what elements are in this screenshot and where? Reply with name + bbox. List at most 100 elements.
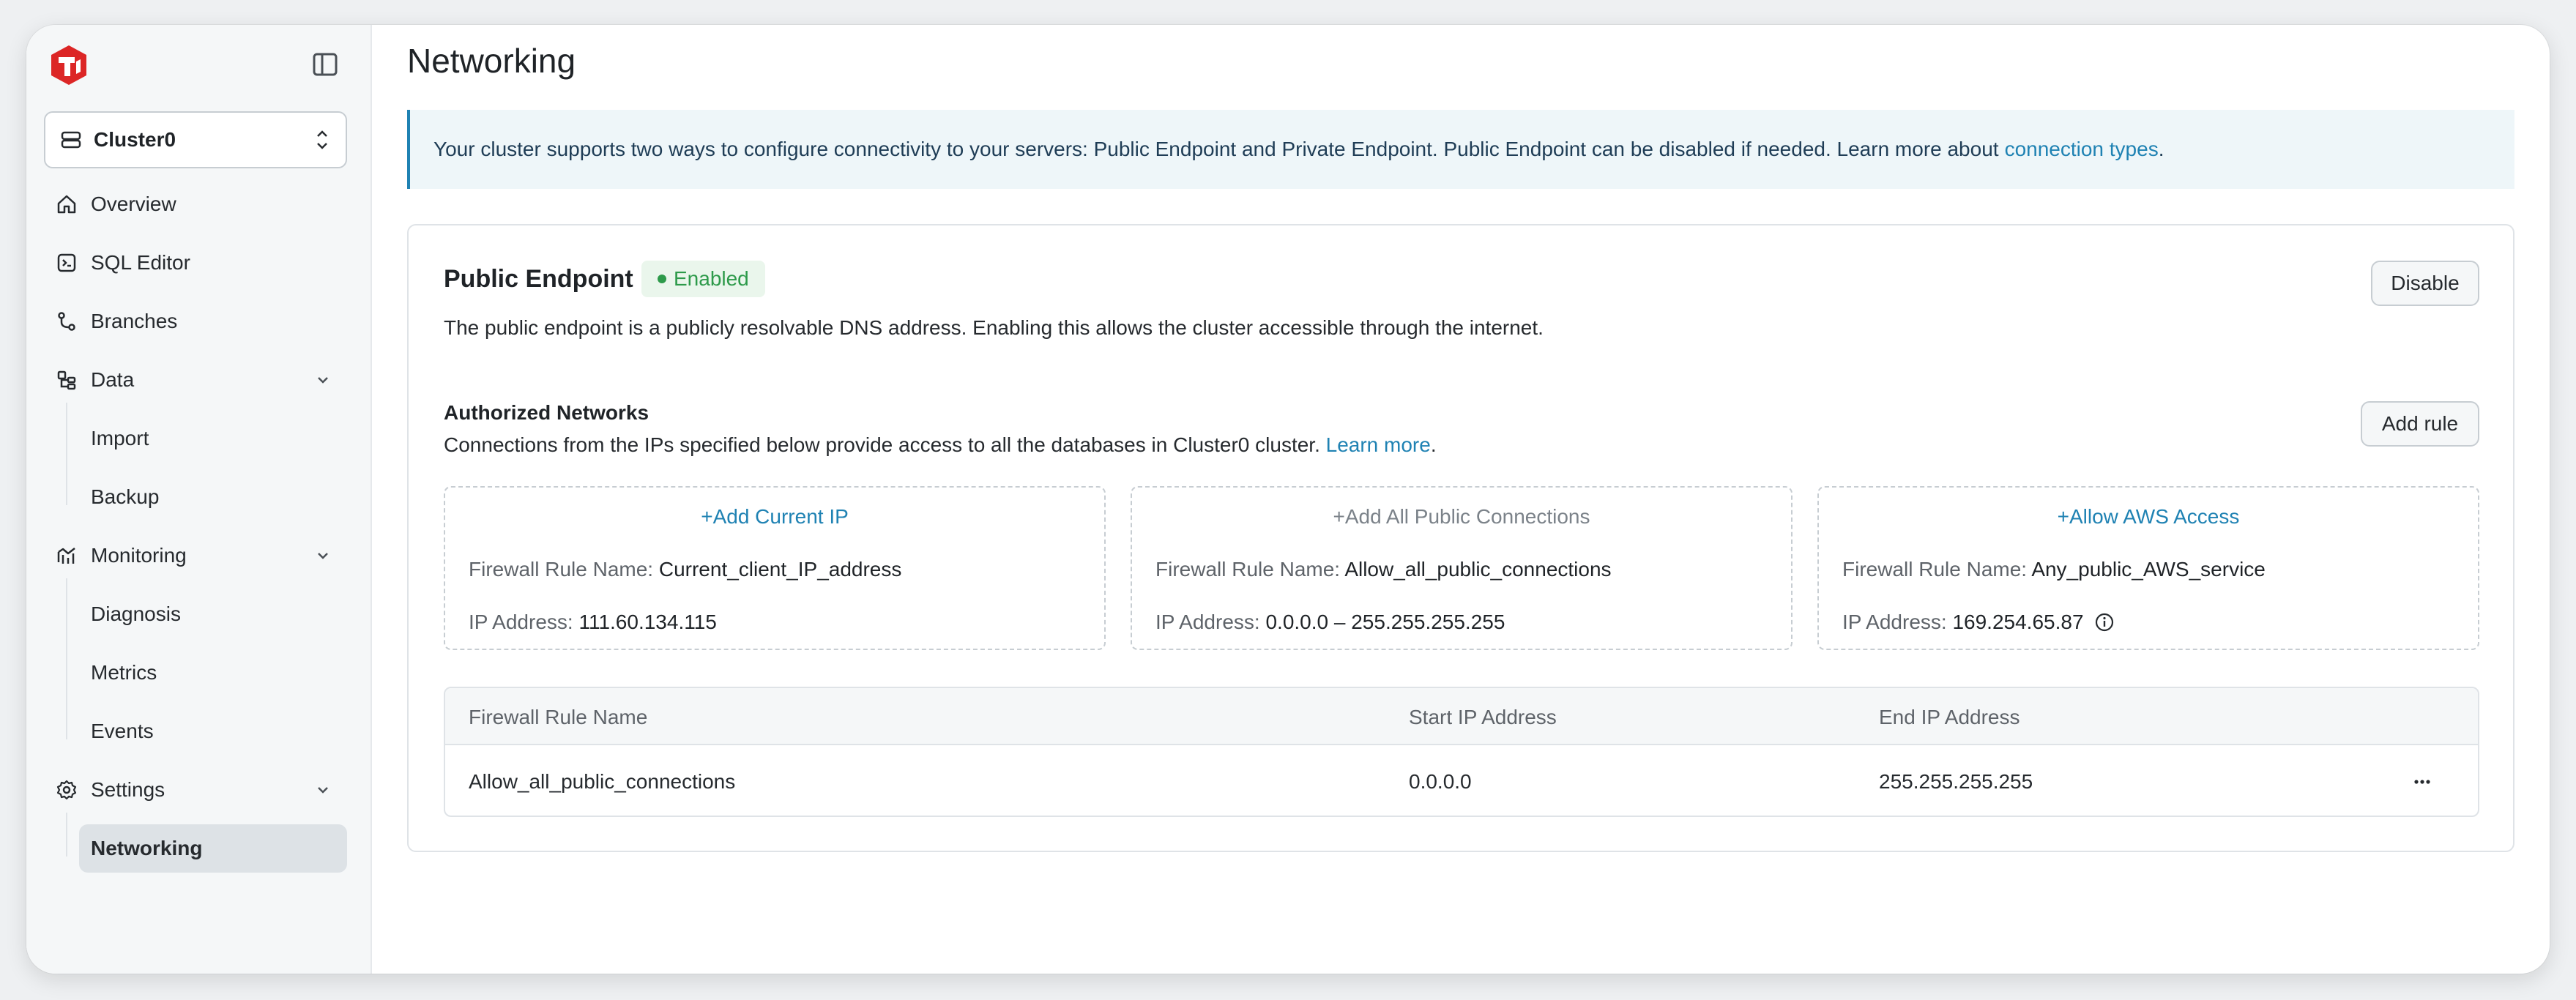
sidebar-item-events[interactable]: Events bbox=[79, 707, 347, 755]
cluster-name: Cluster0 bbox=[94, 128, 176, 151]
add-current-ip-button[interactable]: +Add Current IP bbox=[445, 505, 1104, 529]
sidebar-item-diagnosis[interactable]: Diagnosis bbox=[79, 590, 347, 638]
sidebar-item-overview[interactable]: Overview bbox=[44, 180, 347, 228]
sidebar-item-label: SQL Editor bbox=[91, 251, 190, 274]
sidebar-item-sql-editor[interactable]: SQL Editor bbox=[44, 239, 347, 287]
chevron-up-down-icon bbox=[317, 130, 327, 149]
plus-icon: + bbox=[2057, 505, 2069, 528]
quick-rule-card: +Add All Public Connections Firewall Rul… bbox=[1131, 486, 1793, 650]
sidebar-item-label: Backup bbox=[91, 485, 160, 508]
banner-period: . bbox=[2158, 138, 2164, 160]
submenu-divider bbox=[66, 578, 67, 739]
main-content: Networking Your cluster supports two way… bbox=[372, 25, 2550, 974]
sidebar-item-backup[interactable]: Backup bbox=[79, 473, 347, 521]
add-rule-button[interactable]: Add rule bbox=[2361, 401, 2479, 447]
sidebar-item-label: Branches bbox=[91, 310, 178, 332]
chevron-down-icon bbox=[318, 553, 328, 559]
sidebar-item-settings[interactable]: Settings bbox=[44, 766, 347, 814]
sidebar-item-branches[interactable]: Branches bbox=[44, 297, 347, 346]
add-all-public-connections-button[interactable]: +Add All Public Connections bbox=[1132, 505, 1791, 529]
chevron-down-icon bbox=[318, 377, 328, 384]
page-title: Networking bbox=[407, 42, 576, 80]
submenu-divider bbox=[66, 403, 67, 505]
submenu-divider bbox=[66, 813, 67, 857]
sidebar-item-label: Networking bbox=[91, 837, 203, 859]
field-label: IP Address: bbox=[1155, 611, 1260, 633]
rule-name-value: Current_client_IP_address bbox=[658, 558, 902, 581]
status-dot-icon bbox=[658, 275, 666, 283]
ip-value: 169.254.65.87 bbox=[1952, 611, 2084, 633]
rule-name-row: Firewall Rule Name: Current_client_IP_ad… bbox=[469, 558, 901, 581]
rule-name-row: Firewall Rule Name: Any_public_AWS_servi… bbox=[1842, 558, 2266, 581]
field-label: Firewall Rule Name: bbox=[1155, 558, 1341, 581]
status-badge: Enabled bbox=[641, 261, 765, 297]
ip-row: IP Address: 0.0.0.0 – 255.255.255.255 bbox=[1155, 611, 1505, 634]
sidebar-item-metrics[interactable]: Metrics bbox=[79, 649, 347, 697]
sidebar-toggle-icon[interactable] bbox=[310, 50, 340, 79]
cluster-selector[interactable]: Cluster0 bbox=[44, 111, 347, 168]
sidebar-item-label: Diagnosis bbox=[91, 602, 181, 625]
action-label: Add All Public Connections bbox=[1344, 505, 1590, 528]
monitoring-icon bbox=[57, 548, 75, 564]
column-header-rule-name: Firewall Rule Name bbox=[469, 706, 648, 728]
firewall-rules-table: Firewall Rule Name Start IP Address End … bbox=[444, 687, 2479, 817]
database-icon bbox=[61, 131, 81, 149]
chevron-down-icon bbox=[318, 787, 328, 794]
app-window: Cluster0 Overview SQL Editor Branches Da… bbox=[26, 25, 2550, 974]
disable-button[interactable]: Disable bbox=[2371, 261, 2479, 306]
sidebar-item-label: Metrics bbox=[91, 661, 157, 684]
sidebar-item-import[interactable]: Import bbox=[79, 414, 347, 463]
column-header-start-ip: Start IP Address bbox=[1409, 706, 1557, 728]
info-icon[interactable] bbox=[2094, 612, 2115, 633]
sidebar-item-monitoring[interactable]: Monitoring bbox=[44, 531, 347, 580]
sidebar-item-label: Settings bbox=[91, 778, 165, 801]
public-endpoint-title: Public Endpoint bbox=[444, 265, 633, 293]
table-header: Firewall Rule Name Start IP Address End … bbox=[445, 688, 2478, 745]
gear-icon bbox=[56, 780, 77, 800]
public-endpoint-card: Public Endpoint Enabled The public endpo… bbox=[407, 224, 2514, 852]
status-badge-label: Enabled bbox=[674, 267, 749, 290]
authorized-networks-description: Connections from the IPs specified below… bbox=[444, 433, 1437, 457]
sidebar-item-label: Data bbox=[91, 368, 135, 391]
sidebar: Cluster0 Overview SQL Editor Branches Da… bbox=[26, 25, 372, 974]
column-header-end-ip: End IP Address bbox=[1879, 706, 2020, 728]
field-label: IP Address: bbox=[469, 611, 573, 633]
sidebar-item-networking[interactable]: Networking bbox=[79, 824, 347, 873]
learn-more-link[interactable]: Learn more bbox=[1326, 433, 1431, 456]
sidebar-item-label: Overview bbox=[91, 193, 176, 215]
action-label: Allow AWS Access bbox=[2069, 505, 2240, 528]
tidb-logo[interactable] bbox=[50, 44, 88, 86]
field-label: IP Address: bbox=[1842, 611, 1947, 633]
data-icon bbox=[57, 370, 76, 390]
ip-row: IP Address: 111.60.134.115 bbox=[469, 611, 717, 634]
ip-value: 0.0.0.0 – 255.255.255.255 bbox=[1265, 611, 1505, 633]
quick-rule-card: +Add Current IP Firewall Rule Name: Curr… bbox=[444, 486, 1106, 650]
cell-start-ip: 0.0.0.0 bbox=[1409, 770, 1472, 793]
cell-rule-name: Allow_all_public_connections bbox=[469, 770, 736, 793]
plus-icon: + bbox=[1333, 505, 1345, 528]
ip-row: IP Address: 169.254.65.87 bbox=[1842, 611, 2115, 634]
action-label: Add Current IP bbox=[712, 505, 849, 528]
sidebar-item-label: Events bbox=[91, 720, 154, 742]
field-label: Firewall Rule Name: bbox=[469, 558, 654, 581]
quick-rule-card: +Allow AWS Access Firewall Rule Name: An… bbox=[1817, 486, 2479, 650]
info-banner: Your cluster supports two ways to config… bbox=[407, 110, 2514, 189]
plus-icon: + bbox=[701, 505, 713, 528]
banner-text: Your cluster supports two ways to config… bbox=[433, 138, 1999, 160]
branch-icon bbox=[58, 312, 75, 331]
authorized-networks-title: Authorized Networks bbox=[444, 401, 649, 424]
connection-types-link[interactable]: connection types bbox=[2005, 138, 2159, 161]
sidebar-item-label: Import bbox=[91, 427, 149, 449]
home-icon bbox=[57, 195, 76, 214]
code-editor-icon bbox=[57, 253, 76, 272]
public-endpoint-description: The public endpoint is a publicly resolv… bbox=[444, 316, 1544, 339]
rule-name-row: Firewall Rule Name: Allow_all_public_con… bbox=[1155, 558, 1612, 581]
more-options-icon[interactable] bbox=[2411, 770, 2434, 794]
rule-name-value: Any_public_AWS_service bbox=[2031, 558, 2266, 581]
cell-end-ip: 255.255.255.255 bbox=[1879, 770, 2033, 793]
authorized-networks-text: Connections from the IPs specified below… bbox=[444, 433, 1320, 456]
allow-aws-access-button[interactable]: +Allow AWS Access bbox=[1819, 505, 2478, 529]
learn-more-period: . bbox=[1430, 433, 1437, 456]
field-label: Firewall Rule Name: bbox=[1842, 558, 2028, 581]
sidebar-item-data[interactable]: Data bbox=[44, 356, 347, 404]
